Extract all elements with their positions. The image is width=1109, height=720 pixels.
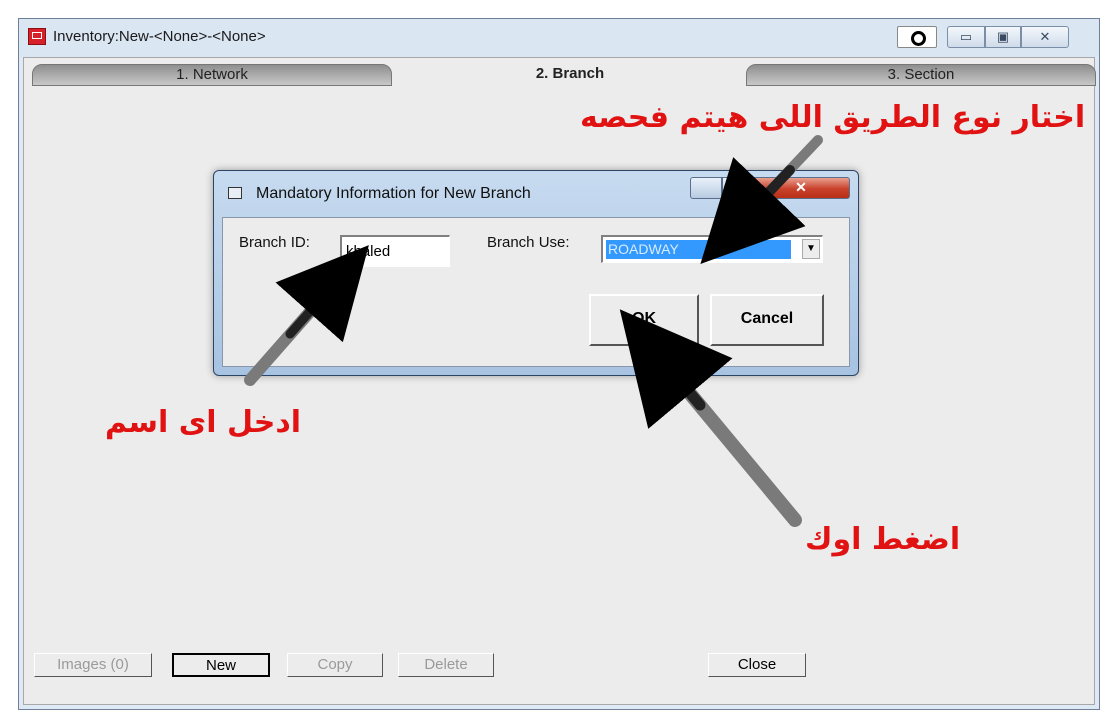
arrow-to-branch-use — [700, 135, 823, 264]
arrow-to-branch-id — [244, 245, 369, 386]
arrow-to-ok — [619, 309, 802, 527]
annotation-arrows — [244, 135, 823, 527]
